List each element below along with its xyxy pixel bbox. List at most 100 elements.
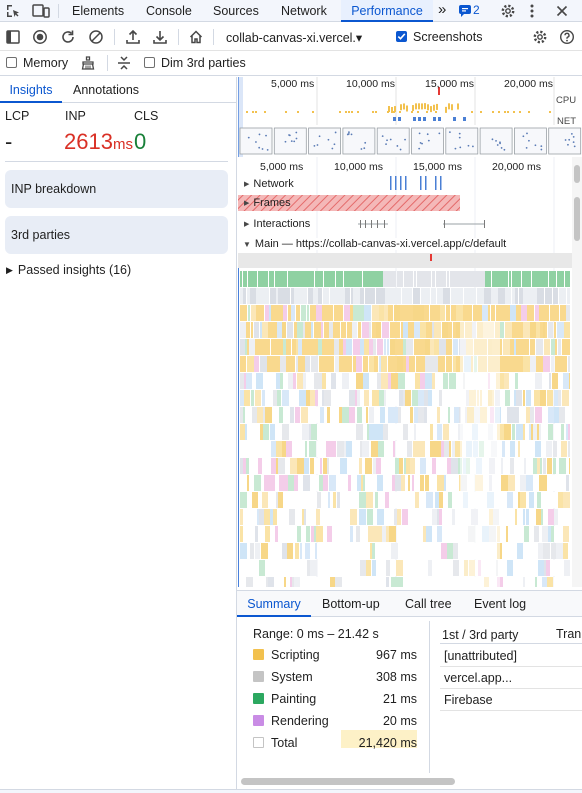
- screenshots-checkbox[interactable]: [396, 31, 407, 42]
- reload-record-icon[interactable]: [60, 29, 76, 45]
- flame-chart-event: [276, 441, 282, 457]
- load-profile-icon[interactable]: [125, 29, 141, 45]
- flame-chart-event: [277, 390, 281, 406]
- network-request-mark: [425, 176, 427, 190]
- capture-settings-icon[interactable]: [532, 29, 548, 45]
- flame-chart-event: [273, 509, 277, 525]
- record-button-icon[interactable]: [32, 29, 48, 45]
- tab-sources[interactable]: Sources: [213, 0, 259, 22]
- flame-chart-event: [548, 526, 551, 542]
- flame-chart-event: [485, 271, 491, 287]
- flame-chart-event: [386, 526, 389, 542]
- dim-3rd-parties-checkbox[interactable]: [144, 57, 155, 68]
- party-row[interactable]: Firebase: [444, 693, 493, 707]
- flame-chart-event: [304, 492, 308, 508]
- flame-chart-event: [319, 390, 322, 406]
- tab-insights[interactable]: Insights: [0, 77, 62, 103]
- flame-chart-event: [563, 492, 570, 508]
- interactions-track-header[interactable]: ▶ Interactions: [244, 218, 310, 230]
- flame-chart-event: [364, 407, 366, 423]
- flame-chart-event: [326, 356, 331, 372]
- tab-performance[interactable]: Performance: [341, 0, 433, 22]
- dim-3rd-parties-label: Dim 3rd parties: [161, 56, 246, 70]
- flame-chart-event: [293, 373, 296, 389]
- memory-checkbox[interactable]: [6, 57, 17, 68]
- flame-chart-event: [265, 407, 272, 423]
- flame-chart-event: [243, 509, 248, 525]
- close-devtools-icon[interactable]: [554, 3, 570, 19]
- flame-chart-event: [341, 424, 348, 440]
- flame-chart-event: [337, 441, 344, 457]
- flame-chart-event: [369, 322, 371, 338]
- party-header[interactable]: 1st / 3rd party: [442, 628, 518, 642]
- flame-chart-event: [561, 441, 567, 457]
- clear-icon[interactable]: [88, 29, 104, 45]
- flame-chart-event: [507, 407, 514, 423]
- transfer-header[interactable]: Tran: [556, 627, 581, 641]
- tab-network[interactable]: Network: [281, 0, 327, 22]
- cpu-activity-mark: [421, 103, 423, 110]
- device-toolbar-icon[interactable]: [32, 3, 50, 19]
- flame-chart-event: [409, 356, 415, 372]
- tab-call-tree[interactable]: Call tree: [405, 591, 452, 617]
- passed-insights-label: Passed insights (16): [17, 263, 132, 277]
- garbage-collect-icon[interactable]: [80, 55, 96, 71]
- main-track-header[interactable]: ▼ Main — https://collab-canvas-xi.vercel…: [243, 238, 511, 250]
- party-row[interactable]: vercel.app...: [444, 671, 512, 685]
- flame-chart-event: [553, 475, 558, 491]
- frames-track-header[interactable]: ▶ Frames: [244, 197, 291, 209]
- tab-summary[interactable]: Summary: [237, 591, 311, 617]
- network-track-header[interactable]: ▶ Network: [244, 178, 294, 190]
- party-row[interactable]: [unattributed]: [444, 649, 517, 663]
- flame-chart-event: [552, 492, 558, 508]
- thumbnail-dot: [564, 139, 567, 141]
- inp-breakdown-card[interactable]: INP breakdown: [5, 170, 228, 208]
- flame-chart-event: [563, 526, 569, 542]
- flame-chart-event: [439, 509, 442, 525]
- flame-chart[interactable]: 5,000 ms 10,000 ms 15,000 ms 20,000 ms ▶…: [238, 157, 582, 587]
- horizontal-scrollbar[interactable]: [241, 778, 455, 785]
- net-activity-mark: [433, 117, 436, 121]
- flame-chart-event: [253, 373, 256, 389]
- more-options-icon[interactable]: [529, 3, 535, 19]
- issues-button[interactable]: 2: [458, 3, 480, 17]
- help-icon[interactable]: [559, 29, 575, 45]
- flame-chart-event: [345, 577, 352, 587]
- flame-chart-event: [519, 577, 523, 587]
- tab-annotations[interactable]: Annotations: [73, 77, 139, 103]
- third-parties-card[interactable]: 3rd parties: [5, 216, 228, 254]
- home-icon[interactable]: [188, 29, 204, 45]
- tab-bottom-up[interactable]: Bottom-up: [322, 591, 380, 617]
- flame-chart-event: [526, 475, 533, 491]
- overview-net-label: NET: [557, 116, 576, 127]
- flame-chart-event: [401, 577, 403, 587]
- flame-chart-event: [354, 492, 356, 508]
- thumbnail-dot: [389, 138, 392, 141]
- settings-gear-icon[interactable]: [500, 3, 516, 19]
- flame-chart-event: [326, 441, 329, 457]
- more-tabs-button[interactable]: »: [438, 0, 446, 22]
- tab-event-log[interactable]: Event log: [474, 591, 526, 617]
- timeline-overview[interactable]: 5,000 ms 10,000 ms 15,000 ms 20,000 ms C…: [238, 77, 582, 157]
- flame-chart-event: [328, 424, 333, 440]
- flame-chart-event: [360, 288, 364, 304]
- flame-chart-event: [309, 441, 316, 457]
- flame-chart-event: [554, 526, 557, 542]
- save-profile-icon[interactable]: [152, 29, 168, 45]
- thumbnail-dot: [568, 138, 571, 141]
- flame-chart-event: [391, 560, 396, 576]
- recording-select[interactable]: collab-canvas-xi.vercel.▾: [226, 30, 362, 45]
- inspect-element-icon[interactable]: [5, 3, 21, 19]
- flame-chart-event: [540, 526, 542, 542]
- passed-insights-toggle[interactable]: ▶ Passed insights (16): [6, 263, 131, 277]
- flame-chart-event: [446, 356, 449, 372]
- flame-chart-event: [543, 458, 546, 474]
- tab-elements[interactable]: Elements: [72, 0, 124, 22]
- lcp-value: -: [5, 129, 13, 154]
- toggle-sidebar-icon[interactable]: [5, 29, 21, 45]
- flame-chart-event: [271, 305, 277, 321]
- collapse-tracks-icon[interactable]: [116, 55, 132, 71]
- tab-console[interactable]: Console: [146, 0, 192, 22]
- flame-chart-event: [441, 441, 444, 457]
- flame-chart-event: [351, 288, 353, 304]
